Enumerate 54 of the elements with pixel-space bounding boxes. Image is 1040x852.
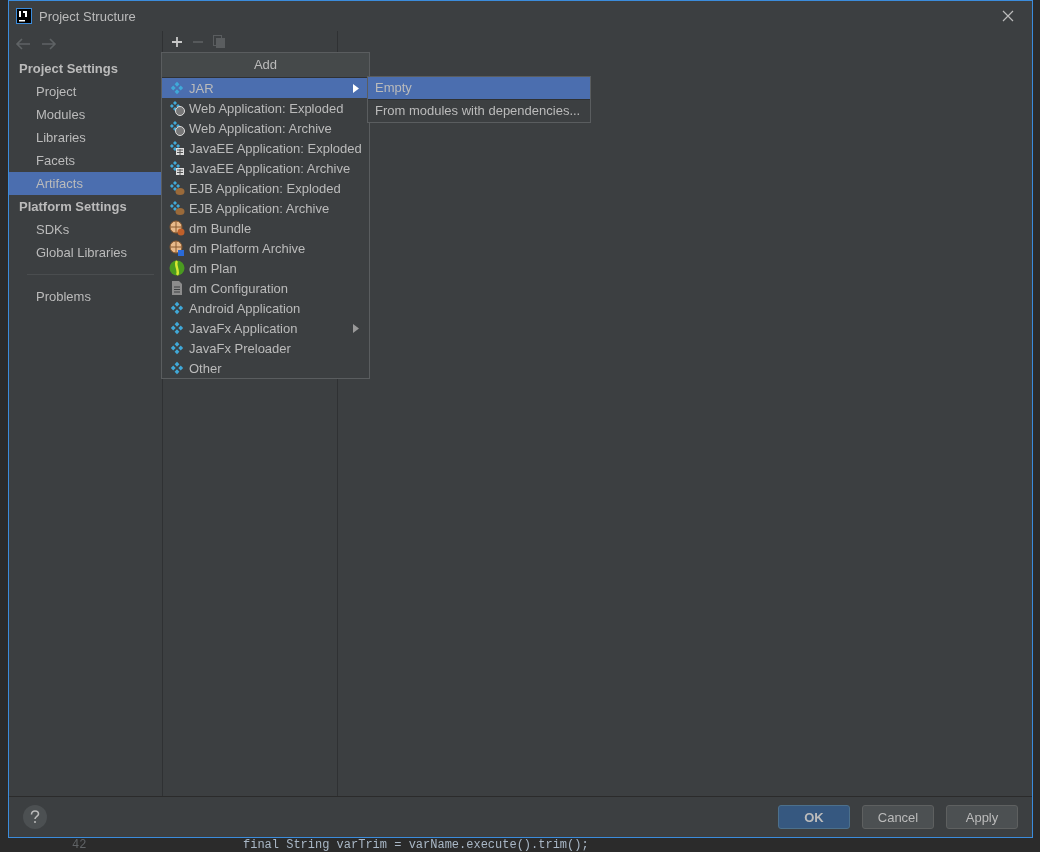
menu-item[interactable]: Web Application: Exploded xyxy=(162,98,369,118)
diamond-icon xyxy=(169,340,185,356)
diamond-icon xyxy=(169,360,185,376)
sidebar-item[interactable]: Facets xyxy=(9,149,162,172)
bean-icon xyxy=(169,200,185,216)
menu-item[interactable]: dm Configuration xyxy=(162,278,369,298)
bundle-icon xyxy=(169,220,185,236)
sidebar-item[interactable]: Project xyxy=(9,80,162,103)
sidebar-item[interactable]: SDKs xyxy=(9,218,162,241)
document-icon xyxy=(169,280,185,296)
window-title: Project Structure xyxy=(39,8,137,24)
menu-item[interactable]: JavaFx Preloader xyxy=(162,338,369,358)
sidebar-item[interactable]: Modules xyxy=(9,103,162,126)
building-icon xyxy=(169,140,185,156)
line-number: 42 xyxy=(72,838,87,852)
menu-item[interactable]: From modules with dependencies... xyxy=(368,100,590,122)
section-header: Platform Settings xyxy=(18,198,128,216)
ok-button[interactable]: OK xyxy=(778,805,850,829)
menu-item[interactable]: EJB Application: Exploded xyxy=(162,178,369,198)
close-icon[interactable] xyxy=(1002,10,1014,22)
diamond-icon xyxy=(169,80,185,96)
dialog-button[interactable]: Apply xyxy=(946,805,1018,829)
help-button[interactable] xyxy=(23,805,47,829)
globe-icon xyxy=(169,120,185,136)
dialog-button[interactable]: Cancel xyxy=(862,805,934,829)
menu-item[interactable]: dm Plan xyxy=(162,258,369,278)
menu-item[interactable]: JavaEE Application: Archive xyxy=(162,158,369,178)
sidebar-item[interactable]: Libraries xyxy=(9,126,162,149)
diamond-icon xyxy=(169,320,185,336)
bundle-lock-icon xyxy=(169,240,185,256)
app-icon xyxy=(16,8,32,24)
menu-item[interactable]: JavaEE Application: Exploded xyxy=(162,138,369,158)
sidebar-item[interactable]: Problems xyxy=(9,285,162,308)
menu-item[interactable]: EJB Application: Archive xyxy=(162,198,369,218)
building-icon xyxy=(169,160,185,176)
code-line: final String varTrim = varName.execute().trim(); xyxy=(243,838,589,852)
copy-icon[interactable] xyxy=(213,35,226,49)
menu-item[interactable]: dm Bundle xyxy=(162,218,369,238)
menu-item[interactable]: Android Application xyxy=(162,298,369,318)
menu-title: Add xyxy=(162,53,369,78)
menu-item[interactable]: JavaFx Application xyxy=(162,318,369,338)
section-header: Project Settings xyxy=(18,60,119,78)
menu-item[interactable]: Other xyxy=(162,358,369,378)
diamond-icon xyxy=(169,300,185,316)
globe-icon xyxy=(169,100,185,116)
bean-icon xyxy=(169,180,185,196)
sidebar-item[interactable]: Global Libraries xyxy=(9,241,162,264)
back-arrow-icon[interactable] xyxy=(15,38,31,50)
add-icon[interactable] xyxy=(171,36,183,48)
sphere-icon xyxy=(169,260,185,276)
forward-arrow-icon[interactable] xyxy=(41,38,57,50)
menu-item[interactable]: Web Application: Archive xyxy=(162,118,369,138)
menu-item[interactable]: dm Platform Archive xyxy=(162,238,369,258)
question-mark-icon xyxy=(30,810,40,824)
